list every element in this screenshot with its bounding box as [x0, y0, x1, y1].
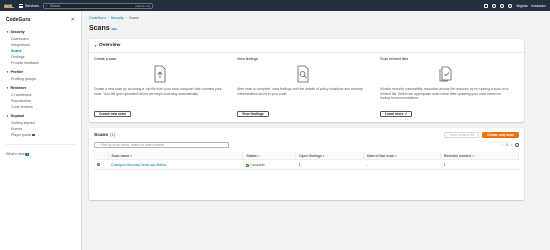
- side-navigation: CodeGuru ✕ ▼ Security Dashboard Integrati…: [0, 11, 82, 250]
- info-link[interactable]: Info: [112, 27, 118, 31]
- sidebar-item-profiling-groups[interactable]: Profiling groups: [6, 76, 75, 82]
- sidebar-section-reviewer[interactable]: ▼ Reviewer: [6, 86, 75, 90]
- magnifier-document-icon: [237, 63, 368, 85]
- row-select-radio[interactable]: [97, 162, 100, 166]
- page-number[interactable]: 1: [506, 143, 508, 147]
- external-link-icon: ↗: [404, 112, 408, 116]
- page-title: Scans Info: [89, 25, 118, 32]
- services-menu[interactable]: Services: [19, 3, 39, 8]
- search-icon: ⌕: [45, 3, 48, 8]
- breadcrumb-current: Scans: [128, 16, 139, 20]
- breadcrumb-codeguru[interactable]: CodeGuru: [89, 16, 106, 20]
- date-of-last-scan-cell: -: [363, 159, 441, 171]
- scan-revised-file-button[interactable]: Scan revised file: [444, 132, 480, 138]
- previous-page-icon[interactable]: ‹: [502, 143, 503, 147]
- column-header-status[interactable]: Status▾: [242, 152, 297, 160]
- view-findings-button[interactable]: View findings: [237, 111, 269, 117]
- overview-panel: ▼ Overview Create a scan Create a new sc…: [89, 39, 524, 122]
- overview-card-view-findings: View findings After scan is complete, vi…: [233, 57, 376, 121]
- cloudshell-icon[interactable]: [484, 3, 489, 8]
- table-preferences-gear-icon[interactable]: [515, 143, 519, 147]
- sidebar-item-provide-feedback[interactable]: Provide feedback: [6, 60, 75, 66]
- revised-files-icon: [380, 63, 511, 85]
- caret-down-icon: ▼: [6, 30, 9, 34]
- caret-down-icon: ▼: [94, 43, 97, 48]
- breadcrumb: CodeGuru › Security › Scans: [89, 16, 524, 20]
- scans-count: (1): [109, 132, 116, 138]
- scan-name-link[interactable]: Codeguru-Security-Demo.zip-3fdc5a...: [111, 163, 169, 167]
- scans-table-panel: Scans (1) Scan revised file Create new s…: [89, 128, 524, 200]
- account-menu[interactable]: troubador: [531, 4, 546, 8]
- overview-card-create-scan: Create a scan Create a new scan by choos…: [94, 57, 233, 121]
- column-header-date-of-last-scan[interactable]: Date of last scan▾: [363, 152, 441, 160]
- external-link-icon: [32, 134, 35, 137]
- column-header-revision-number[interactable]: Revision number▾: [440, 152, 520, 160]
- caret-down-icon: ▼: [6, 86, 9, 91]
- services-grid-icon: [19, 3, 23, 8]
- caret-down-icon: ▼: [6, 114, 9, 119]
- chevron-right-icon: ›: [125, 16, 127, 20]
- scan-filter-input[interactable]: ⌕ Find by scan name, status or date crea…: [94, 142, 229, 148]
- sidebar-title[interactable]: CodeGuru: [6, 17, 30, 23]
- revision-number-cell: 1: [440, 159, 519, 171]
- sort-icon: ▾: [395, 153, 397, 158]
- status-badge: ✓ Complete: [245, 163, 265, 168]
- sidebar-item-whats-new[interactable]: What's new 1: [6, 151, 75, 157]
- pagination: ‹ 1 ›: [502, 143, 519, 147]
- global-search-input[interactable]: ⌕ Search [Option+S]: [42, 2, 153, 9]
- chevron-right-icon: ›: [107, 16, 109, 20]
- select-column-header: [94, 152, 109, 160]
- sidebar-section-guptool[interactable]: ▼ Guptool: [6, 114, 75, 118]
- column-header-open-findings[interactable]: Open findings▾: [295, 152, 365, 160]
- overview-header[interactable]: ▼ Overview: [89, 39, 524, 53]
- create-new-scan-primary-button[interactable]: Create new scan: [482, 132, 519, 138]
- learn-more-button[interactable]: Learn more ↗: [380, 111, 413, 117]
- scans-table-title: Scans: [94, 132, 109, 138]
- table-row[interactable]: Codeguru-Security-Demo.zip-3fdc5a... ✓ Co…: [94, 159, 519, 171]
- sort-icon: ▾: [472, 153, 474, 158]
- help-icon[interactable]: [500, 3, 505, 8]
- aws-logo[interactable]: aws: [4, 3, 14, 8]
- sort-icon: ▾: [257, 153, 260, 158]
- sidebar-item-player-portal[interactable]: Player portal: [6, 132, 75, 138]
- open-findings-cell: 1: [295, 159, 364, 171]
- notifications-bell-icon[interactable]: [492, 3, 497, 8]
- upload-document-icon: [94, 63, 225, 85]
- whats-new-badge: 1: [25, 153, 29, 157]
- caret-down-icon: ▼: [6, 70, 9, 75]
- sidebar-item-code-reviews[interactable]: Code reviews: [6, 104, 75, 110]
- top-navigation-bar: aws Services ⌕ Search [Option+S] Virgini…: [0, 0, 550, 11]
- sort-icon: ▾: [130, 153, 132, 158]
- breadcrumb-security[interactable]: Security: [111, 16, 124, 20]
- close-icon[interactable]: ✕: [71, 17, 75, 23]
- region-selector[interactable]: Virginia: [516, 4, 527, 8]
- main-content: CodeGuru › Security › Scans Scans Info ▼…: [89, 11, 524, 200]
- sort-icon: ▾: [322, 153, 325, 158]
- scans-table: Scan name▾ Status▾ Open findings▾ Date o…: [94, 152, 520, 171]
- next-page-icon[interactable]: ›: [511, 143, 512, 147]
- sidebar-section-security[interactable]: ▼ Security: [6, 30, 75, 34]
- sidebar-section-profiler[interactable]: ▼ Profiler: [6, 70, 75, 74]
- create-new-scan-button[interactable]: Create new scan: [94, 111, 131, 117]
- column-header-scan-name[interactable]: Scan name▾: [108, 152, 244, 160]
- sidebar-divider: [6, 144, 75, 146]
- overview-card-scan-revised-files: Scan revised files Monitor security vuln…: [376, 57, 519, 121]
- search-icon: ⌕: [97, 143, 99, 147]
- check-circle-icon: ✓: [245, 163, 250, 167]
- settings-gear-icon[interactable]: [508, 3, 513, 8]
